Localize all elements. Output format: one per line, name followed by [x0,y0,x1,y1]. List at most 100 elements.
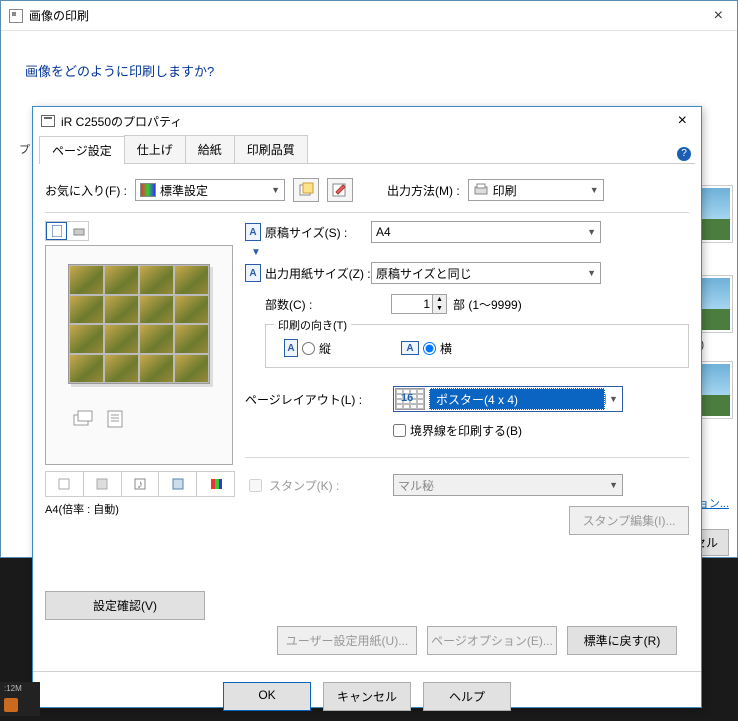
pv-tool-2[interactable] [84,472,122,496]
help-icon[interactable]: ? [677,147,691,161]
outer-body: 画像をどのように印刷しますか? [1,31,737,96]
output-method-combo[interactable]: 印刷 ▼ [468,179,604,201]
outer-left-label: プ [19,141,30,157]
original-size-combo[interactable]: A4 ▼ [371,221,601,243]
original-size-label: 原稿サイズ(S) : [265,224,347,241]
page-a-icon: A [245,223,261,241]
dialog-footer: OK キャンセル ヘルプ [33,671,701,721]
dialog-titlebar: iR C2550のプロパティ × [33,107,701,135]
user-paper-button: ユーザー設定用紙(U)... [277,626,417,655]
landscape-label: 横 [440,340,452,357]
chevron-down-icon: ▼ [271,185,280,195]
output-size-label: 出力用紙サイズ(Z) : [265,265,371,282]
preview-view-toggle[interactable] [45,221,89,241]
output-size-value: 原稿サイズと同じ [376,265,472,282]
landscape-radio[interactable] [423,342,436,355]
page-a-icon: A [245,264,261,282]
chevron-down-icon: ▼ [587,268,596,278]
favorites-row: お気に入り(F) : 標準設定 ▼ 出力方法(M) : 印刷 ▼ [45,174,689,213]
stamp-section: スタンプ(K) : マル秘 ▼ スタンプ編集(I)... [245,457,689,535]
collate-icon [102,406,132,432]
favorites-combo[interactable]: 標準設定 ▼ [135,179,285,201]
row-output-size: A 出力用紙サイズ(Z) : 原稿サイズと同じ ▼ [245,262,689,284]
pv-tool-4[interactable] [159,472,197,496]
copies-label: 部数(C) : [265,296,312,313]
dialog-title: iR C2550のプロパティ [61,113,182,130]
favorites-add-button[interactable] [293,178,319,202]
outer-heading: 画像をどのように印刷しますか? [25,61,713,80]
preview-frame [45,245,233,465]
stamp-value: マル秘 [398,477,434,494]
stamp-combo: マル秘 ▼ [393,474,623,496]
spin-up-icon: ▲ [433,295,446,304]
favorites-value: 標準設定 [160,182,208,199]
orientation-legend: 印刷の向き(T) [274,317,351,333]
print-border-checkbox[interactable] [393,424,406,437]
tab-paper-source[interactable]: 給紙 [185,135,235,163]
preview-column: ♪ A4(倍率 : 自動) 設定確認(V) [45,221,235,620]
copies-spinner[interactable]: ▲▼ [433,294,447,314]
orientation-landscape-option[interactable]: A 横 [401,340,452,357]
bottom-button-row: ユーザー設定用紙(U)... ページオプション(E)... 標準に戻す(R) [45,620,689,661]
portrait-radio[interactable] [302,342,315,355]
page-option-button: ページオプション(E)... [427,626,557,655]
preview-mode-page-icon [46,222,67,240]
favorites-swatch-icon [140,183,156,197]
portrait-icon: A [284,339,298,357]
taskbar-clock: :12M [4,684,22,693]
output-method-label: 出力方法(M) : [387,182,460,199]
page-layout-value: ポスター(4 x 4) [429,388,605,410]
preview-caption: A4(倍率 : 自動) [45,501,235,517]
printer-small-icon [473,183,489,197]
restore-defaults-button[interactable]: 標準に戻す(R) [567,626,677,655]
orientation-portrait-option[interactable]: A 縦 [284,339,331,357]
pv-tool-3[interactable]: ♪ [122,472,160,496]
favorites-edit-button[interactable] [327,178,353,202]
outer-title: 画像の印刷 [29,7,89,24]
preview-mode-printer-icon [69,222,88,240]
down-arrow-icon: ▼ [251,247,689,258]
row-print-border: 境界線を印刷する(B) [393,422,689,439]
tab-quality[interactable]: 印刷品質 [234,135,308,163]
stamp-checkbox [249,479,262,492]
printer-icon [9,9,23,23]
confirm-settings-button[interactable]: 設定確認(V) [45,591,205,620]
panel-page-setup: お気に入り(F) : 標準設定 ▼ 出力方法(M) : 印刷 ▼ [33,164,701,667]
pv-tool-1[interactable] [46,472,84,496]
page-layout-combo[interactable]: 16 ポスター(4 x 4) ▼ [393,386,623,412]
main-area: ♪ A4(倍率 : 自動) 設定確認(V) A 原稿サイズ(S) : A4 ▼ [45,213,689,620]
form-column: A 原稿サイズ(S) : A4 ▼ ▼ A 出力用紙サイズ(Z) : 原 [245,221,689,620]
stack-icon [68,406,98,432]
svg-text:♪: ♪ [137,477,143,491]
row-original-size: A 原稿サイズ(S) : A4 ▼ [245,221,689,243]
outer-close-button[interactable]: × [708,7,729,25]
ok-button[interactable]: OK [223,682,311,711]
spin-down-icon: ▼ [433,304,446,313]
tab-finishing[interactable]: 仕上げ [124,135,186,163]
taskbar-app-icon[interactable] [4,698,18,712]
output-method-value: 印刷 [493,182,517,199]
row-copies: 部数(C) : ▲▼ 部 (1～9999) [245,294,689,314]
chevron-down-icon: ▼ [605,394,621,404]
orientation-fieldset: 印刷の向き(T) A 縦 A 横 [265,324,689,368]
pv-tool-5[interactable] [197,472,234,496]
stamp-edit-button: スタンプ編集(I)... [569,506,689,535]
outer-titlebar: 画像の印刷 × [1,1,737,31]
row-stamp: スタンプ(K) : マル秘 ▼ [245,474,689,496]
printer-properties-dialog: iR C2550のプロパティ × ? ページ設定 仕上げ 給紙 印刷品質 お気に… [32,106,702,708]
tab-page-setup[interactable]: ページ設定 [39,136,125,164]
help-button[interactable]: ヘルプ [423,682,511,711]
output-size-combo[interactable]: 原稿サイズと同じ ▼ [371,262,601,284]
chevron-down-icon: ▼ [590,185,599,195]
copies-input[interactable] [391,294,433,314]
cancel-button[interactable]: キャンセル [323,682,411,711]
stamp-label: スタンプ(K) : [269,477,339,494]
layout-badge: 16 [401,392,413,404]
dialog-close-button[interactable]: × [672,112,693,130]
landscape-icon: A [401,341,419,355]
original-size-value: A4 [376,225,391,239]
copies-range: 部 (1～9999) [453,296,522,313]
page-layout-label: ページレイアウト(L) : [245,391,362,408]
chevron-down-icon: ▼ [587,227,596,237]
printer-icon [41,115,55,127]
